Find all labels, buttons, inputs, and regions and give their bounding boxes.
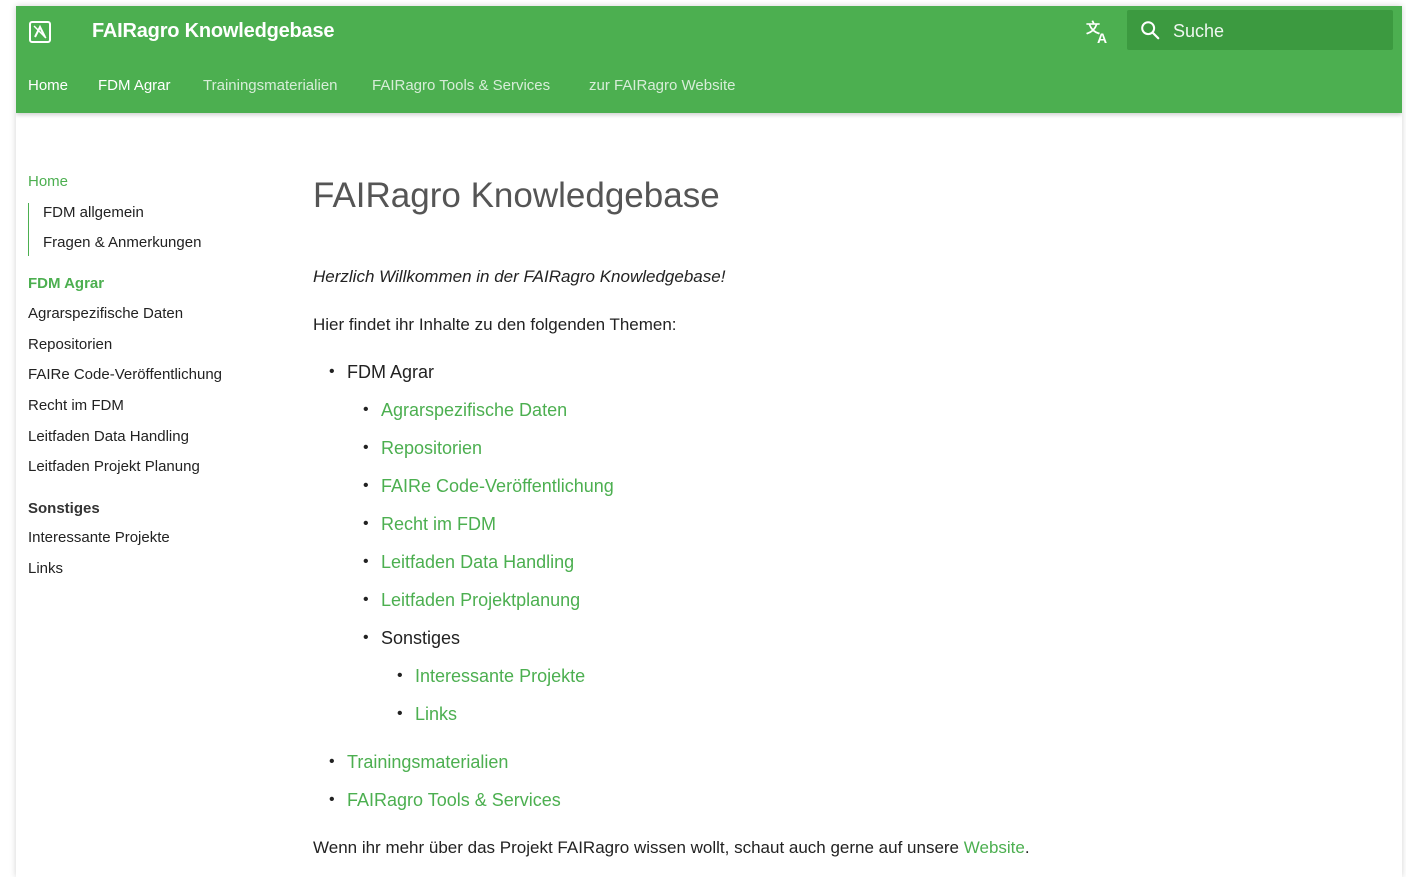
sidebar-subnav-indicator (28, 203, 29, 256)
tab-trainingsmaterialien[interactable]: Trainingsmaterialien (203, 76, 338, 96)
svg-text:A: A (1097, 30, 1107, 46)
footer-text: Wenn ihr mehr über das Projekt FAIRagro … (313, 837, 1030, 859)
list-item-label: FDM Agrar (347, 362, 435, 382)
search-input[interactable] (1171, 10, 1385, 52)
list-link-label[interactable]: Leitfaden Data Handling (381, 552, 574, 572)
list-link-label[interactable]: Agrarspezifische Daten (381, 400, 567, 420)
sidebar-item-fragen-anmerkungen[interactable]: Fragen & Anmerkungen (43, 233, 201, 253)
list-link-trainingsmaterialien[interactable]: • Trainingsmaterialien (329, 751, 508, 773)
sidebar-section-fdm-agrar[interactable]: FDM Agrar (28, 274, 104, 294)
search-box[interactable] (1127, 10, 1393, 52)
page-title: FAIRagro Knowledgebase (313, 176, 720, 215)
list-item-sonstiges: • Sonstiges (363, 628, 461, 648)
sidebar-item-faire-code[interactable]: FAIRe Code-Veröffentlichung (28, 365, 222, 385)
sidebar-item-agrarspezifische-daten[interactable]: Agrarspezifische Daten (28, 304, 183, 324)
sidebar-item-fdm-allgemein[interactable]: FDM allgemein (43, 203, 144, 223)
list-link-interessante-projekte[interactable]: • Interessante Projekte (397, 665, 585, 687)
list-link-recht-im-fdm[interactable]: • Recht im FDM (363, 513, 496, 535)
list-link-repositorien[interactable]: • Repositorien (363, 437, 482, 459)
list-link-tools-services[interactable]: • FAIRagro Tools & Services (329, 789, 561, 811)
website-link[interactable]: Website (964, 838, 1025, 857)
footer-text-end: . (1024, 838, 1030, 857)
header-bar: FAIRagro Knowledgebase 文 A Home FDM Agra… (16, 6, 1402, 113)
list-link-leitfaden-data-handling[interactable]: • Leitfaden Data Handling (363, 551, 574, 573)
list-link-leitfaden-projektplanung[interactable]: • Leitfaden Projektplanung (363, 589, 580, 611)
book-logo-icon[interactable] (28, 20, 52, 44)
sidebar-item-repositorien[interactable]: Repositorien (28, 335, 112, 355)
welcome-text: Herzlich Willkommen in der FAIRagro Know… (313, 267, 726, 286)
sidebar-item-home[interactable]: Home (28, 172, 68, 192)
topics-intro-text: Hier findet ihr Inhalte zu den folgenden… (313, 315, 677, 334)
tab-fairagro-website[interactable]: zur FAIRagro Website (589, 76, 735, 96)
list-link-faire-code[interactable]: • FAIRe Code-Veröffentlichung (363, 475, 614, 497)
list-link-label[interactable]: FAIRe Code-Veröffentlichung (381, 476, 614, 496)
list-link-label[interactable]: FAIRagro Tools & Services (347, 790, 561, 810)
list-link-label[interactable]: Trainingsmaterialien (347, 752, 508, 772)
sidebar-section-sonstiges: Sonstiges (28, 500, 100, 517)
tab-tools-services[interactable]: FAIRagro Tools & Services (372, 76, 550, 96)
sidebar-item-interessante-projekte[interactable]: Interessante Projekte (28, 528, 170, 548)
page-frame: FAIRagro Knowledgebase 文 A Home FDM Agra… (16, 6, 1402, 877)
footer-text-body: Wenn ihr mehr über das Projekt FAIRagro … (313, 838, 964, 857)
list-link-label[interactable]: Recht im FDM (381, 514, 496, 534)
list-link-label[interactable]: Links (415, 704, 457, 724)
list-link-label[interactable]: Interessante Projekte (415, 666, 585, 686)
list-link-label[interactable]: Repositorien (381, 438, 482, 458)
list-item-label: Sonstiges (381, 628, 461, 648)
tab-home[interactable]: Home (28, 76, 68, 96)
tab-fdm-agrar[interactable]: FDM Agrar (98, 76, 171, 96)
sidebar-item-recht-im-fdm[interactable]: Recht im FDM (28, 396, 124, 416)
list-link-agrarspezifische-daten[interactable]: • Agrarspezifische Daten (363, 399, 567, 421)
list-link-label[interactable]: Leitfaden Projektplanung (381, 590, 580, 610)
translate-icon[interactable]: 文 A (1084, 18, 1112, 46)
sidebar-item-links[interactable]: Links (28, 559, 63, 579)
sidebar-item-leitfaden-projekt-planung[interactable]: Leitfaden Projekt Planung (28, 457, 200, 477)
site-title[interactable]: FAIRagro Knowledgebase (92, 17, 335, 45)
search-icon[interactable] (1139, 19, 1161, 41)
sidebar-item-leitfaden-data-handling[interactable]: Leitfaden Data Handling (28, 427, 189, 447)
list-link-links[interactable]: • Links (397, 703, 457, 725)
list-item-fdm-agrar: • FDM Agrar (329, 362, 435, 382)
